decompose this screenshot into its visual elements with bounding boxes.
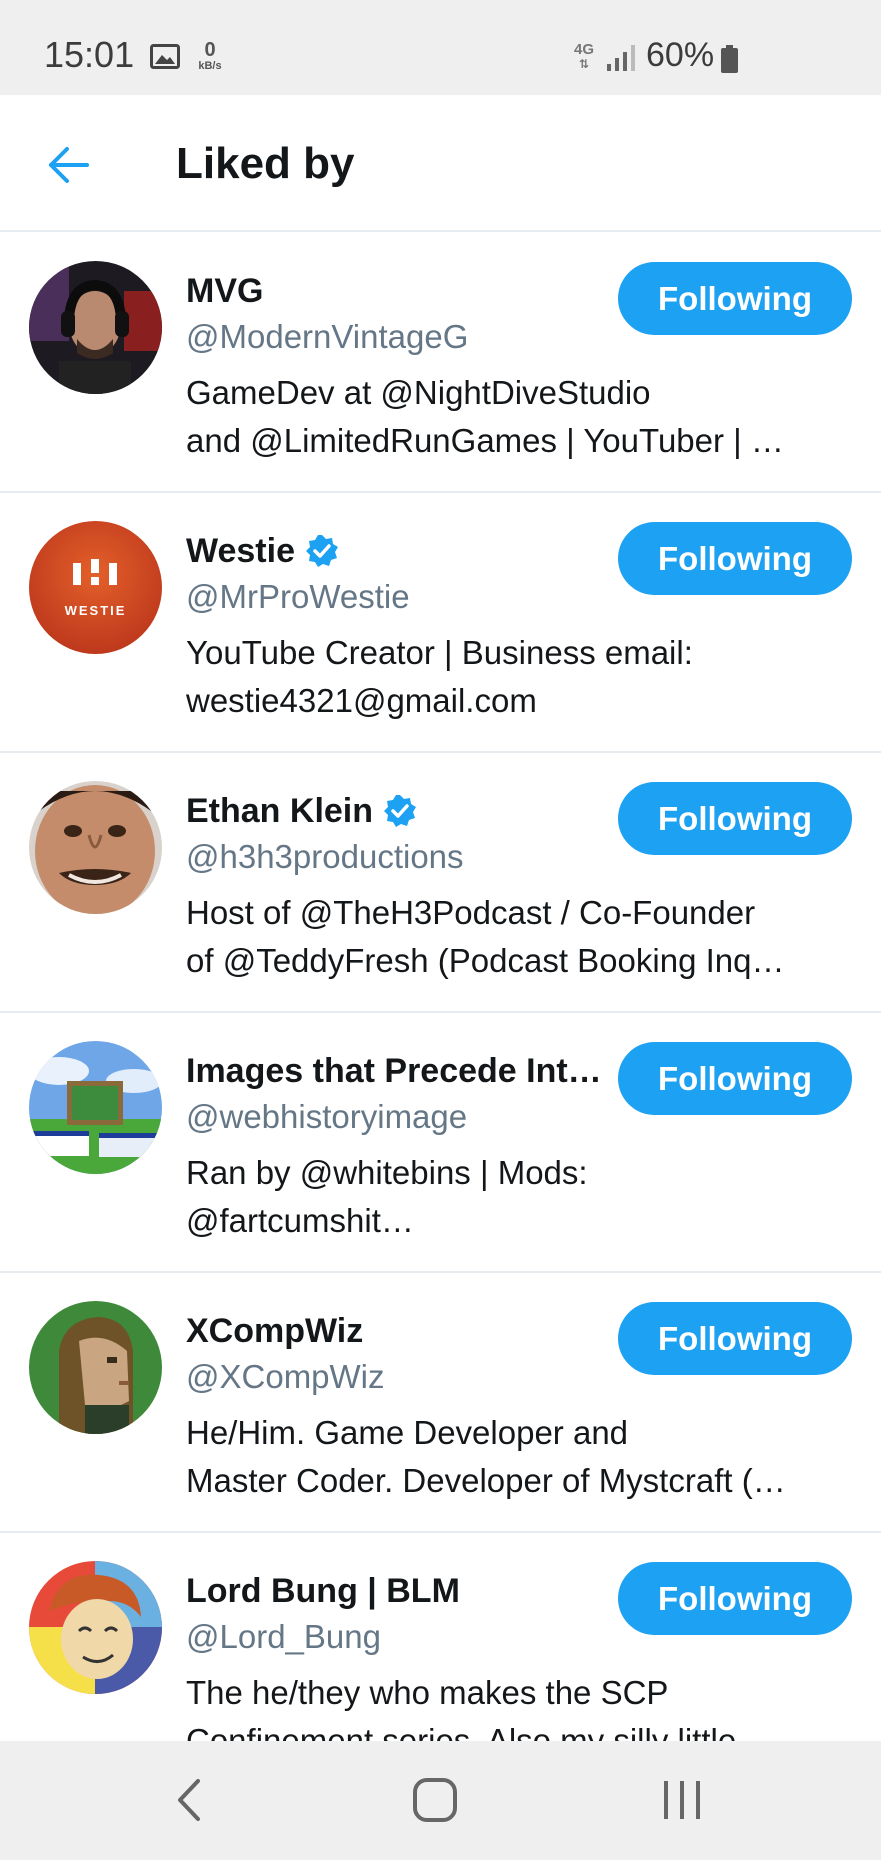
user-bio-line: @fartcumshit…: [186, 1202, 414, 1239]
user-bio-line: and @LimitedRunGames | YouTuber | …: [186, 422, 784, 459]
user-bio: GameDev at @NightDiveStudio and @Limited…: [186, 369, 846, 465]
user-row-westie[interactable]: WESTIE Westie @MrProWestie YouTube Creat…: [0, 493, 881, 753]
status-time: 15:01: [44, 34, 135, 75]
verified-badge-icon: [384, 795, 417, 827]
net-speed-unit: kB/s: [198, 60, 222, 72]
user-row-lord-bung[interactable]: Lord Bung | BLM @Lord_Bung The he/they w…: [0, 1533, 881, 1741]
avatar-brand-text: WESTIE: [65, 603, 127, 618]
avatar[interactable]: WESTIE: [29, 521, 162, 654]
user-bio-line: YouTube Creator | Business email:: [186, 634, 693, 671]
avatar-image: WESTIE: [29, 521, 162, 654]
network-type-indicator: 4G ⇅: [570, 42, 598, 70]
following-button[interactable]: Following: [618, 1302, 852, 1375]
following-button[interactable]: Following: [618, 262, 852, 335]
user-name[interactable]: Westie: [186, 532, 295, 571]
avatar[interactable]: [29, 261, 162, 394]
user-bio-line: westie4321@gmail.com: [186, 682, 537, 719]
user-bio-line: Confinement series. Also my silly little: [186, 1722, 737, 1741]
user-row-mvg[interactable]: MVG @ModernVintageG GameDev at @NightDiv…: [0, 233, 881, 493]
avatar[interactable]: [29, 781, 162, 914]
avatar[interactable]: [29, 1561, 162, 1694]
user-bio: The he/they who makes the SCP Confinemen…: [186, 1669, 846, 1741]
network-type-label: 4G: [573, 41, 594, 58]
avatar-image: [29, 781, 162, 914]
verified-badge-icon: [305, 535, 338, 567]
avatar-image: [29, 261, 162, 394]
liked-by-list[interactable]: MVG @ModernVintageG GameDev at @NightDiv…: [0, 233, 881, 1741]
user-name[interactable]: Images that Precede Int…: [186, 1052, 602, 1091]
gallery-notification-icon: [150, 44, 180, 69]
signal-strength-icon: [607, 45, 635, 71]
nav-home-icon[interactable]: [412, 1777, 458, 1823]
page-title: Liked by: [176, 139, 355, 188]
nav-back-icon[interactable]: [170, 1775, 210, 1825]
user-bio: Host of @TheH3Podcast / Co-Founder of @T…: [186, 889, 846, 985]
avatar-image: [29, 1561, 162, 1694]
user-row-webhistoryimage[interactable]: Images that Precede Int… @webhistoryimag…: [0, 1013, 881, 1273]
avatar-image: [29, 1041, 162, 1174]
user-bio: Ran by @whitebins | Mods: @fartcumshit…: [186, 1149, 846, 1245]
data-activity-icon: ⇅: [578, 57, 590, 71]
arrow-left-icon: [49, 147, 89, 183]
user-bio-line: He/Him. Game Developer and: [186, 1414, 629, 1451]
avatar[interactable]: [29, 1301, 162, 1434]
user-bio: YouTube Creator | Business email: westie…: [186, 629, 846, 725]
following-button[interactable]: Following: [618, 1562, 852, 1635]
user-bio: He/Him. Game Developer and Master Coder.…: [186, 1409, 846, 1505]
nav-recents-icon[interactable]: [660, 1779, 704, 1821]
user-bio-line: Master Coder. Developer of Mystcraft (…: [186, 1462, 786, 1499]
user-row-xcompwiz[interactable]: XCompWiz @XCompWiz He/Him. Game Develope…: [0, 1273, 881, 1533]
following-button[interactable]: Following: [618, 782, 852, 855]
app-header: Liked by: [0, 95, 881, 232]
user-name[interactable]: XCompWiz: [186, 1312, 363, 1351]
status-bar: 15:01 0 kB/s 4G ⇅ 60%: [0, 0, 881, 95]
following-button[interactable]: Following: [618, 522, 852, 595]
net-speed-value: 0: [204, 39, 216, 61]
user-bio-line: Host of @TheH3Podcast / Co-Founder: [186, 894, 756, 931]
back-button[interactable]: [38, 135, 98, 195]
battery-percent: 60%: [646, 36, 715, 74]
user-name[interactable]: Lord Bung | BLM: [186, 1572, 460, 1611]
avatar-image: [29, 1301, 162, 1434]
user-name[interactable]: Ethan Klein: [186, 792, 373, 831]
net-speed-indicator: 0 kB/s: [193, 40, 227, 72]
user-bio-line: The he/they who makes the SCP: [186, 1674, 669, 1711]
battery-icon: [721, 45, 738, 73]
user-name[interactable]: MVG: [186, 272, 263, 311]
avatar[interactable]: [29, 1041, 162, 1174]
user-bio-line: of @TeddyFresh (Podcast Booking Inq…: [186, 942, 785, 979]
following-button[interactable]: Following: [618, 1042, 852, 1115]
system-nav-bar: [0, 1741, 881, 1860]
user-bio-line: GameDev at @NightDiveStudio: [186, 374, 651, 411]
user-row-ethan-klein[interactable]: Ethan Klein @h3h3productions Host of @Th…: [0, 753, 881, 1013]
user-bio-line: Ran by @whitebins | Mods:: [186, 1154, 588, 1191]
